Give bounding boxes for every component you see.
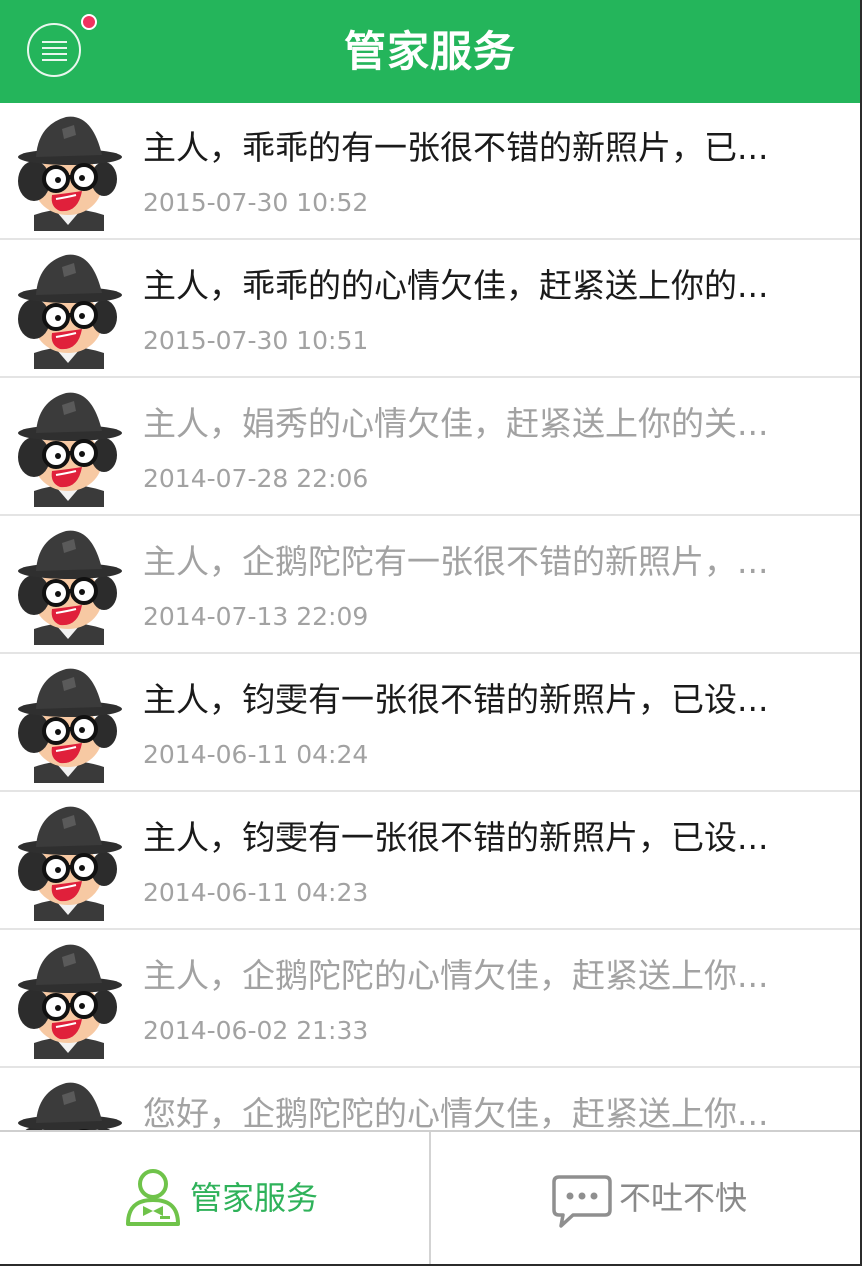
message-text: 主人，钧雯有一张很不错的新照片，已设... (143, 818, 769, 857)
chat-bubble-icon (552, 1175, 612, 1228)
header-bar: 管家服务 (0, 0, 860, 103)
list-item[interactable]: 主人，钧雯有一张很不错的新照片，已设... 2014-06-11 04:23 (0, 793, 860, 930)
bottom-tab-bar: 管家服务 不吐不快 (0, 1130, 860, 1264)
butler-icon (126, 1169, 180, 1226)
butler-avatar-icon (12, 1077, 124, 1130)
list-item[interactable]: 主人，企鹅陀陀的心情欠佳，赶紧送上你... 2014-06-02 21:33 (0, 931, 860, 1068)
message-timestamp: 2014-07-13 22:09 (143, 602, 369, 631)
tab-label: 不吐不快 (619, 1179, 748, 1217)
message-timestamp: 2014-06-02 21:33 (143, 1016, 369, 1045)
message-text: 主人，钧雯有一张很不错的新照片，已设... (143, 680, 769, 719)
message-timestamp: 2014-07-28 22:06 (143, 464, 369, 493)
butler-avatar-icon (12, 111, 124, 231)
butler-avatar-icon (12, 387, 124, 507)
page-title: 管家服务 (343, 27, 516, 76)
list-item[interactable]: 主人，企鹅陀陀有一张很不错的新照片，... 2014-07-13 22:09 (0, 517, 860, 654)
app-frame: 管家服务 主人，乖乖的有一张很不错的新照片，已... 2015-07-30 10:… (0, 0, 862, 1266)
list-item[interactable]: 您好，企鹅陀陀的心情欠佳，赶紧送上你... (0, 1069, 860, 1130)
message-timestamp: 2014-06-11 04:23 (143, 878, 369, 907)
list-item[interactable]: 主人，乖乖的的心情欠佳，赶紧送上你的... 2015-07-30 10:51 (0, 241, 860, 378)
message-text: 主人，乖乖的的心情欠佳，赶紧送上你的... (143, 266, 769, 305)
list-item[interactable]: 主人，乖乖的有一张很不错的新照片，已... 2015-07-30 10:52 (0, 103, 860, 240)
message-text: 主人，娟秀的心情欠佳，赶紧送上你的关... (143, 404, 769, 443)
butler-avatar-icon (12, 801, 124, 921)
list-item[interactable]: 主人，钧雯有一张很不错的新照片，已设... 2014-06-11 04:24 (0, 655, 860, 792)
butler-avatar-icon (12, 249, 124, 369)
tab-label: 管家服务 (190, 1179, 319, 1217)
message-text: 主人，企鹅陀陀有一张很不错的新照片，... (143, 542, 769, 581)
message-text: 主人，乖乖的有一张很不错的新照片，已... (143, 128, 769, 167)
list-item[interactable]: 主人，娟秀的心情欠佳，赶紧送上你的关... 2014-07-28 22:06 (0, 379, 860, 516)
butler-avatar-icon (12, 525, 124, 645)
message-text: 您好，企鹅陀陀的心情欠佳，赶紧送上你... (143, 1094, 769, 1130)
tab-speak-out[interactable]: 不吐不快 (431, 1132, 860, 1264)
message-timestamp: 2015-07-30 10:51 (143, 326, 369, 355)
tab-butler-service[interactable]: 管家服务 (0, 1132, 429, 1264)
message-list[interactable]: 主人，乖乖的有一张很不错的新照片，已... 2015-07-30 10:52 主人… (0, 103, 860, 1130)
message-text: 主人，企鹅陀陀的心情欠佳，赶紧送上你... (143, 956, 769, 995)
message-timestamp: 2015-07-30 10:52 (143, 188, 369, 217)
butler-avatar-icon (12, 939, 124, 1059)
message-timestamp: 2014-06-11 04:24 (143, 740, 369, 769)
butler-avatar-icon (12, 663, 124, 783)
